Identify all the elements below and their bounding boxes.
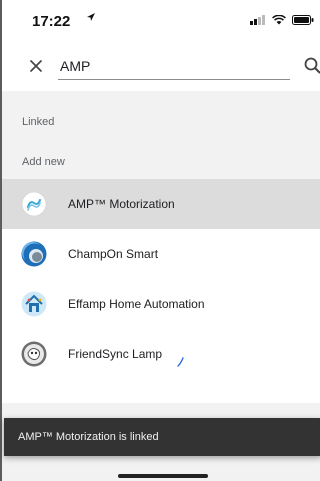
list-item-amp-motorization[interactable]: AMP™ Motorization [2,179,320,229]
search-bar [2,46,320,90]
wifi-icon [272,15,286,25]
cellular-signal-icon [250,15,265,25]
list-item-label: FriendSync Lamp [68,347,163,361]
home-indicator[interactable] [118,474,208,478]
friendsync-lamp-logo-icon [21,341,47,367]
loading-spinner-icon [177,357,184,367]
results-list: AMP™ Motorization ChampOn Smart Effamp H… [2,179,320,403]
section-label-linked: Linked [22,116,55,128]
status-bar: 17:22 [2,0,320,44]
amp-motorization-logo-icon [21,191,47,217]
list-item-friendsync-lamp[interactable]: FriendSync Lamp [2,329,320,379]
champon-smart-logo-icon [21,241,47,267]
list-item-label: ChampOn Smart [68,247,159,261]
search-icon [304,57,320,74]
snackbar: AMP™ Motorization is linked [4,418,320,456]
list-item-champon-smart[interactable]: ChampOn Smart [2,229,320,279]
snackbar-message: AMP™ Motorization is linked [18,431,159,443]
effamp-house-logo-icon [21,291,47,317]
list-item-label: Effamp Home Automation [68,297,205,311]
status-icons [250,15,314,25]
battery-icon [292,15,314,25]
section-label-add-new: Add new [22,156,65,168]
close-button[interactable] [24,54,48,78]
list-item-label: AMP™ Motorization [68,197,175,211]
search-input[interactable] [58,53,290,80]
status-time: 17:22 [32,13,71,30]
close-icon [29,59,43,73]
phone-screen: 17:22 AMP Linked Add new AMP™ Motorizati… [0,0,320,481]
search-button[interactable] [302,55,320,77]
location-arrow-icon [87,13,95,21]
list-spacer [2,379,320,403]
list-item-effamp-home-automation[interactable]: Effamp Home Automation [2,279,320,329]
